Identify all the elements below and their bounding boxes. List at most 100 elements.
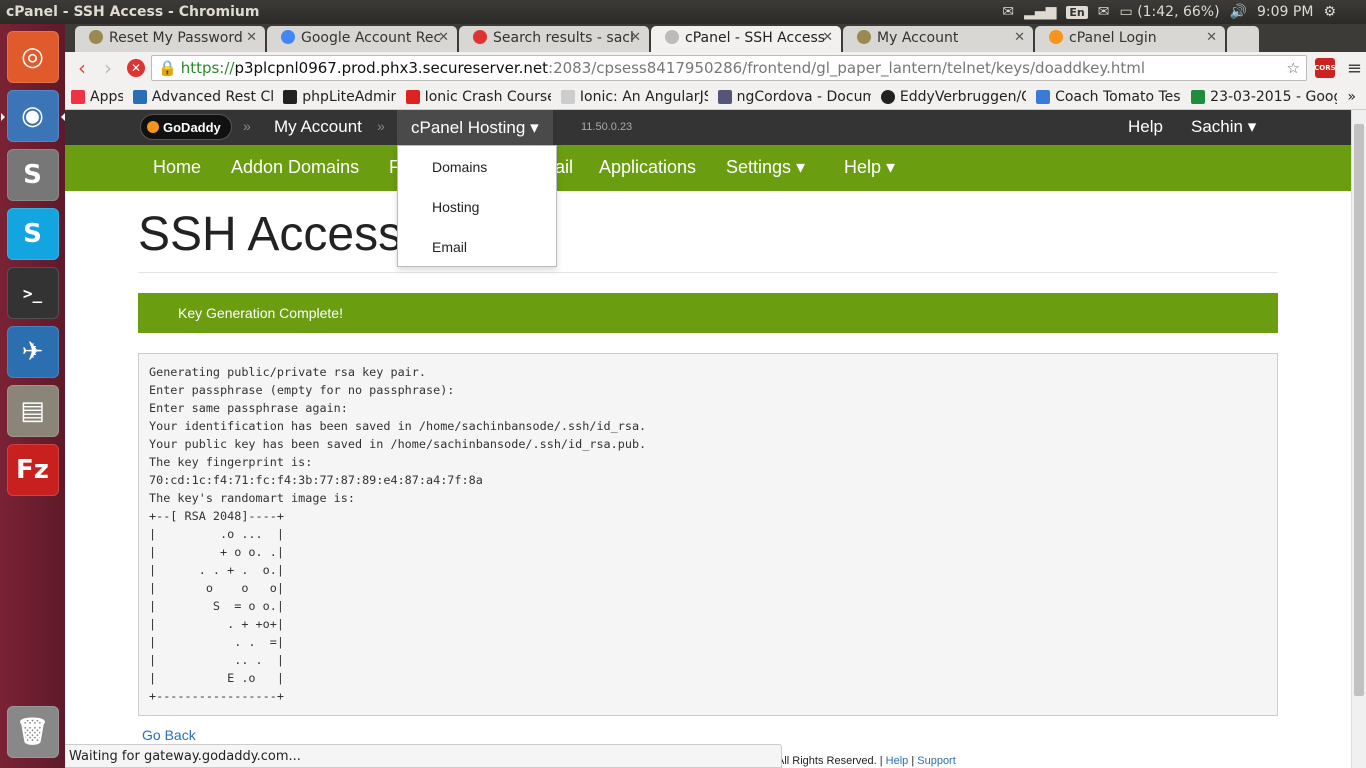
tab-cpanel-ssh[interactable]: cPanel - SSH Access ✕ [651,26,841,52]
output-line: +--[ RSA 2048]----+ [149,509,284,523]
cpanel-top-bar: GoDaddy » My Account » cPanel Hosting ▾ … [65,110,1351,146]
dropdown-item-domains[interactable]: Domains [432,159,487,175]
back-button[interactable]: ‹ [69,55,95,81]
dropdown-item-email[interactable]: Email [432,239,467,255]
bookmark-coach-tomato[interactable]: Coach Tomato Test [1036,89,1181,105]
filezilla-icon[interactable]: Fz [6,444,59,496]
close-icon[interactable]: ✕ [822,30,833,45]
close-icon[interactable]: ✕ [630,30,641,45]
skype-icon[interactable]: S [6,208,59,260]
bookmark-ngcordova[interactable]: ngCordova - Docum [717,89,871,105]
key-generation-output: Generating public/private rsa key pair. E… [138,353,1278,716]
sheets-icon [1191,89,1206,104]
battery-icon: ▭ [1119,4,1133,20]
bookmark-label: phpLiteAdmin [302,88,396,105]
nav-home[interactable]: Home [153,157,201,178]
clock[interactable]: 9:09 PM [1257,4,1313,20]
breadcrumb-separator: » [243,118,251,134]
power-gear-icon[interactable]: ⚙ [1323,4,1336,20]
new-tab-button[interactable] [1227,26,1259,52]
url-input[interactable]: 🔒 https://p3plcpnl0967.prod.phx3.secures… [151,55,1307,81]
output-line: | S = o o.| [149,599,284,613]
ubuntu-dash-icon[interactable]: ◎ [6,31,59,83]
user-menu[interactable]: Sachin ▾ [1191,117,1256,137]
nav-email[interactable]: ail [555,157,573,178]
bookmark-phpliteadmin[interactable]: phpLiteAdmin [283,88,396,105]
close-icon[interactable]: ✕ [438,30,449,45]
cpanel-hosting-dropdown: Domains Hosting Email [397,145,557,267]
output-line: +-----------------+ [149,689,284,703]
tab-reset-password[interactable]: Reset My Password ✕ [75,26,265,52]
url-path: :2083/cpsess8417950286/frontend/gl_paper… [548,59,1146,77]
tab-cpanel-login[interactable]: cPanel Login ✕ [1035,26,1225,52]
bookmarks-bar: Apps Advanced Rest Cli phpLiteAdmin Ioni… [65,84,1366,110]
volume-icon[interactable]: 🔊 [1230,4,1247,20]
output-line: 70:cd:1c:f4:71:fc:f4:3b:77:87:89:e4:87:a… [149,473,483,487]
bookmarks-overflow-button[interactable]: » [1347,89,1360,105]
cors-extension-icon[interactable]: CORS [1314,58,1336,78]
cpanel-icon [1049,30,1063,44]
trash-icon[interactable]: 🗑 [6,706,59,758]
google-icon [281,30,295,44]
title-divider [138,272,1278,273]
lock-icon: 🔒 [158,59,177,77]
wifi-signal-icon[interactable]: ▂▄▆ [1024,4,1056,20]
output-line: The key's randomart image is: [149,491,355,505]
terminal-icon[interactable]: >_ [6,267,59,319]
output-line: | .o ... | [149,527,284,541]
mail-icon[interactable]: ✉ [1098,4,1110,20]
sublime-text-icon[interactable]: S [6,149,59,201]
tab-google-account[interactable]: Google Account Reco ✕ [267,26,457,52]
unity-launcher: ◎ ◉ S S >_ ✈ ▤ Fz 🗑 [0,24,65,768]
footer-separator: | [911,755,915,767]
output-line: | + o o. .| [149,545,284,559]
browser-chrome: Reset My Password ✕ Google Account Reco ✕ … [65,24,1366,110]
bookmark-sheet[interactable]: 23-03-2015 - Goog [1191,89,1337,105]
bookmark-label: Coach Tomato Test [1055,88,1182,105]
ngcordova-icon [717,89,732,104]
bookmark-label: Ionic Crash Course [424,88,551,105]
nav-applications[interactable]: Applications [599,157,696,178]
nav-help[interactable]: Help ▾ [844,157,895,178]
go-back-link[interactable]: Go Back [142,727,196,743]
github-icon [880,89,895,104]
bookmark-apps[interactable]: Apps [71,89,123,105]
top-help-link[interactable]: Help [1128,117,1163,137]
bookmark-star-icon[interactable]: ☆ [1286,59,1299,77]
tab-label: cPanel - SSH Access [685,30,825,46]
keyboard-layout-indicator[interactable]: En [1066,5,1088,19]
tab-gmail-search[interactable]: Search results - sachin✕ [459,26,649,52]
close-icon[interactable]: ✕ [246,30,257,45]
stop-icon[interactable]: ✕ [127,59,145,77]
bookmark-ionic-crash[interactable]: Ionic Crash Course [405,88,551,105]
cpanel-main-nav: Home Addon Domains F ail Applications Se… [65,145,1351,191]
nav-addon-domains[interactable]: Addon Domains [231,157,359,178]
bookmark-ionic-angular[interactable]: Ionic: An AngularJS [560,89,708,105]
files-icon[interactable]: ▤ [6,385,59,437]
footer-support-link[interactable]: Support [917,755,956,767]
breadcrumb-cpanel-hosting[interactable]: cPanel Hosting ▾ [397,110,553,146]
breadcrumb-my-account[interactable]: My Account [274,117,362,137]
footer-help-link[interactable]: Help [886,755,909,767]
close-icon[interactable]: ✕ [1014,30,1025,45]
close-icon[interactable]: ✕ [1206,30,1217,45]
page-scrollbar[interactable] [1351,110,1366,768]
feather-icon [283,89,298,104]
bookmark-rest-client[interactable]: Advanced Rest Cli [132,88,274,105]
forward-button[interactable]: › [95,55,121,81]
bookmark-github-eddy[interactable]: EddyVerbruggen/C [880,89,1026,105]
dropbox-icon[interactable]: ✉ [1002,4,1014,20]
hamburger-menu-icon[interactable]: ≡ [1347,58,1362,79]
thunderbird-icon[interactable]: ✈ [6,326,59,378]
bookmark-label: Advanced Rest Cli [151,88,274,105]
chromium-icon[interactable]: ◉ [0,90,65,142]
scrollbar-thumb[interactable] [1354,124,1364,696]
tab-my-account[interactable]: My Account ✕ [843,26,1033,52]
battery-indicator[interactable]: ▭ (1:42, 66%) [1120,4,1220,20]
godaddy-logo[interactable]: GoDaddy [140,114,232,140]
nav-settings[interactable]: Settings ▾ [726,157,805,178]
tab-favicon [89,30,103,44]
dropdown-item-hosting[interactable]: Hosting [432,199,479,215]
output-line: The key fingerprint is: [149,455,313,469]
footer-copyright: All Rights Reserved. | [777,755,883,767]
